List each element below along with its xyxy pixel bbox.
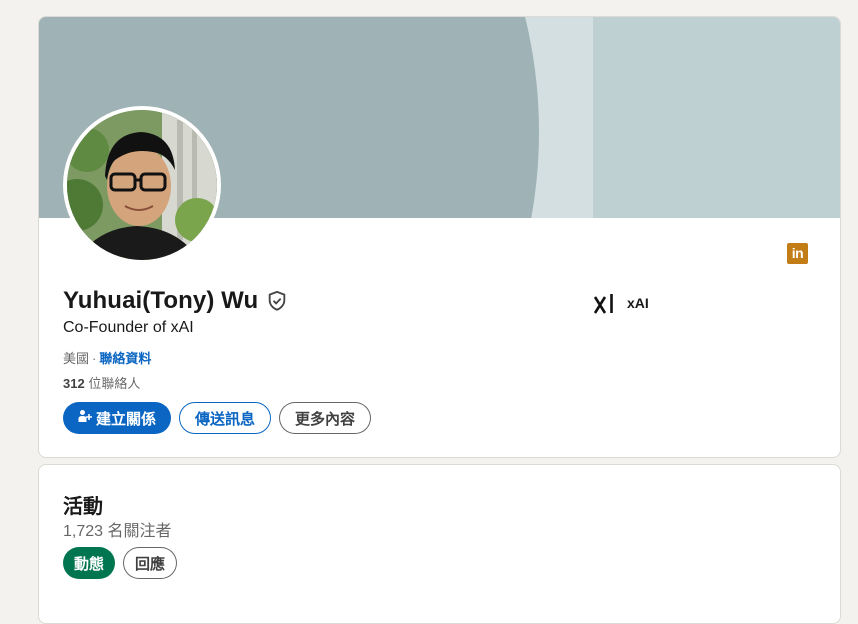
activity-card: 活動 1,723 名關注者 動態 回應 — [38, 464, 841, 624]
location-row: 美國 · 聯絡資料 — [63, 348, 151, 367]
connections-label: 位聯絡人 — [88, 376, 141, 391]
profile-avatar[interactable] — [63, 106, 221, 264]
tab-posts[interactable]: 動態 — [63, 547, 116, 579]
activity-title: 活動 — [63, 496, 103, 518]
profile-headline: Co-Founder of xAI — [63, 319, 194, 336]
profile-actions: 建立關係 傳送訊息 更多內容 — [63, 402, 372, 434]
linkedin-logo-icon: in — [787, 243, 808, 264]
activity-tabs: 動態 回應 — [63, 547, 178, 579]
message-button[interactable]: 傳送訊息 — [179, 402, 272, 434]
connect-label: 建立關係 — [96, 410, 157, 428]
connections-count[interactable]: 312 位聯絡人 — [63, 373, 140, 392]
avatar-photo — [67, 110, 217, 260]
location-separator: · — [92, 351, 97, 366]
connections-number: 312 — [63, 376, 85, 391]
xai-logo-icon — [593, 292, 615, 314]
followers-count: 1,723 名關注者 — [63, 523, 172, 540]
shield-check-icon[interactable] — [266, 290, 288, 312]
profile-name: Yuhuai(Tony) Wu — [63, 287, 259, 314]
connect-button[interactable]: 建立關係 — [63, 402, 172, 434]
name-row: Yuhuai(Tony) Wu — [63, 287, 288, 315]
company-name: xAI — [627, 295, 649, 311]
profile-card: in Yuhuai(Tony) Wu Co-Founder of xAI 美國 ·… — [38, 16, 841, 458]
add-person-icon — [78, 409, 92, 427]
location-text: 美國 — [63, 351, 90, 366]
contact-info-link[interactable]: 聯絡資料 — [99, 351, 151, 366]
more-button[interactable]: 更多內容 — [279, 402, 372, 434]
current-company[interactable]: xAI — [593, 292, 649, 314]
tab-reactions[interactable]: 回應 — [123, 547, 178, 579]
